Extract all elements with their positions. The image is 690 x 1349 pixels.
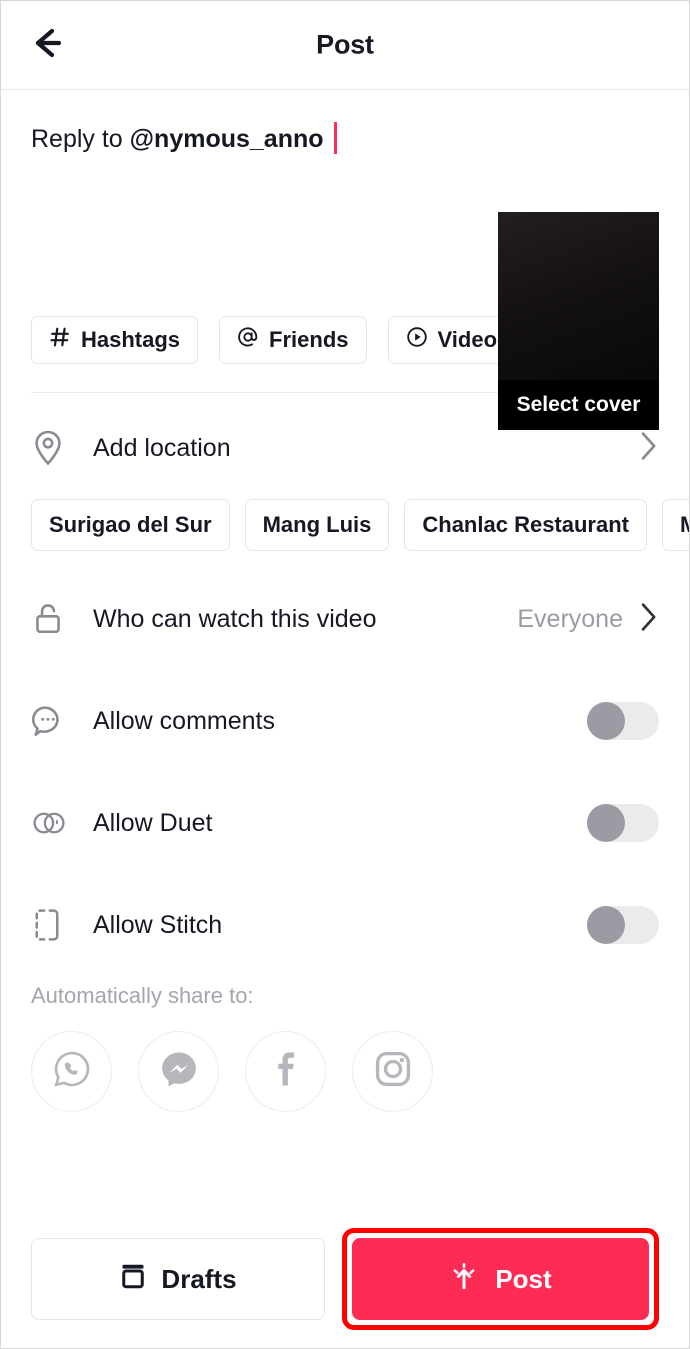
caption-area: Reply to @nymous_anno Select cover xyxy=(1,90,689,430)
toggle-knob xyxy=(587,906,625,944)
toggle-knob xyxy=(587,804,625,842)
drafts-label: Drafts xyxy=(161,1263,237,1294)
caption-prefix: Reply to xyxy=(31,125,130,153)
instagram-icon xyxy=(372,1048,414,1095)
facebook-icon xyxy=(265,1048,307,1095)
upload-arrow-icon xyxy=(449,1260,479,1299)
allow-stitch-row[interactable]: Allow Stitch xyxy=(1,889,689,961)
drafts-button[interactable]: Drafts xyxy=(31,1238,325,1320)
allow-duet-label: Allow Duet xyxy=(93,808,213,837)
post-button[interactable]: Post xyxy=(352,1238,649,1320)
location-chip[interactable]: Surigao del Sur xyxy=(31,499,230,551)
allow-comments-label: Allow comments xyxy=(93,706,275,735)
chevron-right-icon xyxy=(637,601,659,638)
privacy-label: Who can watch this video xyxy=(93,604,377,633)
facebook-share-button[interactable] xyxy=(245,1031,326,1112)
location-suggestions: Surigao del Sur Mang Luis Chanlac Restau… xyxy=(1,499,689,551)
privacy-value: Everyone xyxy=(517,604,623,633)
allow-comments-row[interactable]: Allow comments xyxy=(1,685,689,757)
allow-comments-toggle[interactable] xyxy=(587,702,659,740)
location-chip[interactable]: Mang Luis xyxy=(244,499,390,551)
caption-mention: @nymous_anno xyxy=(129,125,324,153)
messenger-share-button[interactable] xyxy=(138,1031,219,1112)
post-label: Post xyxy=(495,1263,552,1294)
text-caret xyxy=(333,122,337,154)
select-cover-thumbnail[interactable]: Select cover xyxy=(498,212,659,430)
footer-actions: Drafts Post xyxy=(1,1228,689,1330)
instagram-share-button[interactable] xyxy=(352,1031,433,1112)
archive-box-icon xyxy=(119,1261,147,1298)
whatsapp-icon xyxy=(51,1048,93,1095)
toggle-knob xyxy=(587,702,625,740)
allow-stitch-label: Allow Stitch xyxy=(93,910,223,939)
caption-input[interactable]: Reply to @nymous_anno xyxy=(31,122,337,155)
whatsapp-share-button[interactable] xyxy=(31,1031,112,1112)
map-pin-icon xyxy=(31,429,73,467)
comment-icon xyxy=(31,704,73,738)
location-chip[interactable]: Chanlac Restaurant xyxy=(404,499,647,551)
post-screen: Post Reply to @nymous_anno Select cover … xyxy=(0,0,690,1349)
location-chip[interactable]: Mejar xyxy=(662,499,689,551)
allow-duet-row[interactable]: Allow Duet xyxy=(1,787,689,859)
share-targets xyxy=(1,1031,689,1112)
select-cover-label: Select cover xyxy=(498,380,659,430)
chevron-right-icon xyxy=(637,430,659,467)
allow-duet-toggle[interactable] xyxy=(587,804,659,842)
post-button-highlight: Post xyxy=(342,1228,659,1330)
app-header: Post xyxy=(1,1,689,90)
privacy-row[interactable]: Who can watch this video Everyone xyxy=(1,583,689,655)
duet-icon xyxy=(31,806,73,840)
allow-stitch-toggle[interactable] xyxy=(587,906,659,944)
share-section-label: Automatically share to: xyxy=(31,983,254,1008)
add-location-label: Add location xyxy=(93,433,231,462)
unlock-icon xyxy=(31,600,73,638)
page-title: Post xyxy=(316,29,374,60)
messenger-icon xyxy=(158,1048,200,1095)
stitch-icon xyxy=(31,907,73,943)
